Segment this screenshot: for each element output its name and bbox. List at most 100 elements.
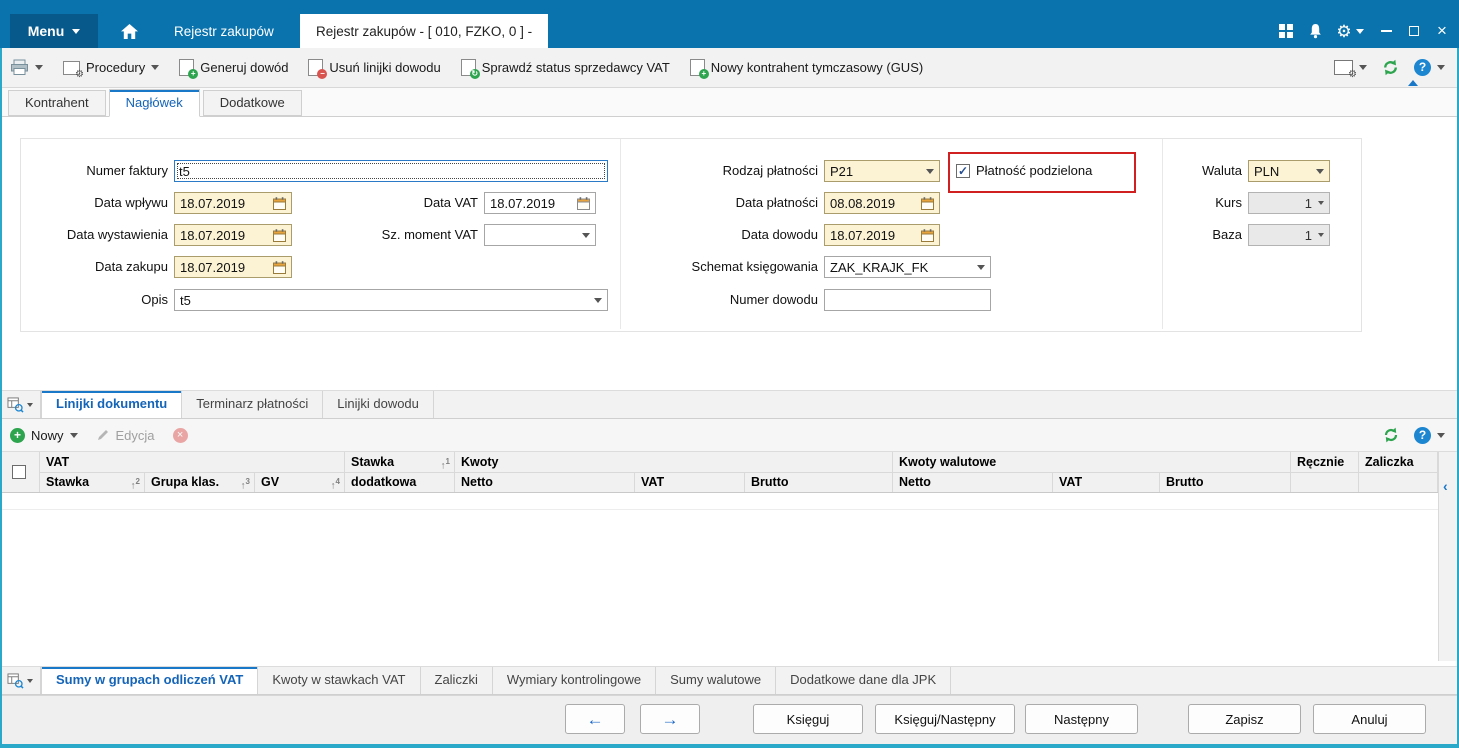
tab-linijki-dowodu[interactable]: Linijki dowodu	[323, 391, 434, 418]
tab-kwoty-w-stawkach-vat[interactable]: Kwoty w stawkach VAT	[258, 667, 421, 694]
col-stawka[interactable]: Stawka ↑2	[40, 472, 145, 492]
schemat-ksiegowania-combo[interactable]: ZAK_KRAJK_FK	[824, 256, 991, 278]
generuj-dowod-button[interactable]: + Generuj dowód	[179, 59, 289, 79]
menu-button[interactable]: Menu	[10, 14, 98, 48]
summary-layout-button[interactable]	[0, 667, 41, 694]
col-brutto[interactable]: Brutto	[745, 472, 893, 492]
calendar-icon[interactable]	[921, 196, 934, 210]
col-netto[interactable]: Netto	[455, 472, 635, 492]
kurs-spinner[interactable]: 1	[1248, 192, 1330, 214]
generuj-dowod-label: Generuj dowód	[200, 60, 289, 75]
chevron-down-icon[interactable]	[582, 232, 590, 238]
grid-scrollbar[interactable]: ‹	[1438, 452, 1459, 661]
numer-faktury-input[interactable]	[174, 160, 608, 182]
close-button[interactable]: ×	[1430, 14, 1454, 48]
home-button[interactable]	[104, 14, 154, 48]
anuluj-button[interactable]: Anuluj	[1313, 704, 1426, 734]
chevron-down-icon[interactable]	[1316, 168, 1324, 174]
lines-section-tabs: Linijki dokumentu Terminarz płatności Li…	[0, 390, 1459, 419]
chevron-down-icon[interactable]	[1318, 201, 1324, 205]
calendar-icon[interactable]	[921, 228, 934, 242]
col-netto-walutowe[interactable]: Netto	[893, 472, 1053, 492]
calendar-icon[interactable]	[273, 196, 286, 210]
band-kwoty[interactable]: Kwoty	[455, 452, 893, 472]
previous-record-button[interactable]: ←	[565, 704, 625, 734]
col-stawka-dodatkowa-top[interactable]: Stawka ↑1	[345, 452, 455, 472]
usun-wiersz-button[interactable]: ×	[172, 427, 188, 443]
tab-kontrahent[interactable]: Kontrahent	[8, 90, 106, 116]
chevron-down-icon	[151, 65, 160, 70]
waluta-combo[interactable]: PLN	[1248, 160, 1330, 182]
data-zakupu-field[interactable]: 18.07.2019	[174, 256, 292, 278]
nastepny-button[interactable]: Następny	[1025, 704, 1138, 734]
sz-moment-vat-combo[interactable]	[484, 224, 596, 246]
data-vat-field[interactable]: 18.07.2019	[484, 192, 596, 214]
chevron-down-icon[interactable]	[1318, 233, 1324, 237]
col-vat[interactable]: VAT	[635, 472, 745, 492]
usun-linijki-button[interactable]: − Usuń linijki dowodu	[308, 59, 441, 79]
nowy-kontrahent-button[interactable]: + Nowy kontrahent tymczasowy (GUS)	[689, 59, 923, 79]
collapse-panel-chevron[interactable]: ‹	[1443, 478, 1448, 494]
settings-menu-button[interactable]: ⚙	[1332, 14, 1368, 48]
calendar-icon[interactable]	[273, 260, 286, 274]
tab-naglowek[interactable]: Nagłówek	[108, 89, 200, 117]
apps-grid-button[interactable]	[1272, 14, 1300, 48]
tab-zaliczki[interactable]: Zaliczki	[421, 667, 493, 694]
chevron-down-icon[interactable]	[594, 297, 602, 303]
band-vat[interactable]: VAT	[40, 452, 345, 472]
band-kwoty-walutowe[interactable]: Kwoty walutowe	[893, 452, 1291, 472]
tab-linijki-dokumentu[interactable]: Linijki dokumentu	[41, 391, 183, 418]
edycja-button[interactable]: Edycja	[96, 428, 155, 443]
schemat-ksiegowania-value: ZAK_KRAJK_FK	[830, 259, 929, 275]
nav-tab-rejestr-zakupow[interactable]: Rejestr zakupów	[158, 14, 290, 48]
col-gv[interactable]: GV ↑4	[255, 472, 345, 492]
tab-sumy-walutowe[interactable]: Sumy walutowe	[656, 667, 777, 694]
maximize-button[interactable]	[1402, 14, 1426, 48]
data-wplywu-field[interactable]: 18.07.2019	[174, 192, 292, 214]
next-record-button[interactable]: →	[640, 704, 700, 734]
grid-layout-button[interactable]	[0, 391, 41, 418]
chevron-down-icon[interactable]	[926, 168, 934, 174]
data-platnosci-field[interactable]: 08.08.2019	[824, 192, 940, 214]
col-vat-walutowe[interactable]: VAT	[1053, 472, 1160, 492]
procedury-button[interactable]: ⚙ Procedury	[63, 60, 160, 80]
help-button[interactable]: ?	[1414, 59, 1445, 76]
col-brutto-walutowe[interactable]: Brutto	[1160, 472, 1291, 492]
grid-help-button[interactable]: ?	[1414, 426, 1445, 444]
chevron-down-icon[interactable]	[977, 264, 985, 270]
select-all-checkbox[interactable]	[12, 465, 26, 479]
calendar-icon[interactable]	[577, 196, 590, 210]
ksieguj-button[interactable]: Księguj	[753, 704, 863, 734]
numer-dowodu-input[interactable]	[824, 289, 991, 311]
col-recznie[interactable]: Ręcznie	[1291, 452, 1359, 472]
opis-combo[interactable]: t5	[174, 289, 608, 311]
tab-wymiary-kontrolingowe[interactable]: Wymiary kontrolingowe	[493, 667, 657, 694]
print-button[interactable]	[10, 59, 43, 76]
form-separator	[1162, 139, 1163, 329]
col-zaliczka[interactable]: Zaliczka	[1359, 452, 1438, 472]
sprawdz-status-button[interactable]: ↻ Sprawdź status sprzedawcy VAT	[460, 59, 670, 79]
col-stawka-dodatkowa-bottom[interactable]: dodatkowa	[345, 472, 455, 492]
tab-dodatkowe[interactable]: Dodatkowe	[202, 90, 302, 116]
tab-sumy-w-grupach-odliczen-vat[interactable]: Sumy w grupach odliczeń VAT	[41, 667, 259, 694]
data-dowodu-field[interactable]: 18.07.2019	[824, 224, 940, 246]
ksieguj-nastepny-button[interactable]: Księguj/Następny	[875, 704, 1015, 734]
data-wystawienia-field[interactable]: 18.07.2019	[174, 224, 292, 246]
nowy-button[interactable]: + Nowy	[10, 427, 78, 443]
baza-spinner[interactable]: 1	[1248, 224, 1330, 246]
refresh-button[interactable]	[1381, 58, 1400, 77]
tab-terminarz-platnosci[interactable]: Terminarz płatności	[182, 391, 324, 418]
tab-dodatkowe-dane-dla-jpk[interactable]: Dodatkowe dane dla JPK	[776, 667, 952, 694]
minimize-button[interactable]	[1374, 14, 1398, 48]
calendar-icon[interactable]	[273, 228, 286, 242]
waluta-label: Waluta	[1202, 163, 1242, 178]
document-tab-active[interactable]: Rejestr zakupów - [ 010, FZKO, 0 ] -	[300, 14, 549, 48]
zapisz-button[interactable]: Zapisz	[1188, 704, 1301, 734]
rodzaj-platnosci-combo[interactable]: P21	[824, 160, 940, 182]
grid-refresh-button[interactable]	[1382, 426, 1400, 444]
view-settings-button[interactable]: ⚙	[1334, 60, 1367, 80]
collapse-toolbar-chevron[interactable]	[1408, 80, 1418, 86]
col-grupa-klas[interactable]: Grupa klas. ↑3	[145, 472, 255, 492]
notifications-button[interactable]	[1302, 14, 1328, 48]
platnosc-podzielona-checkbox[interactable]	[956, 164, 970, 178]
